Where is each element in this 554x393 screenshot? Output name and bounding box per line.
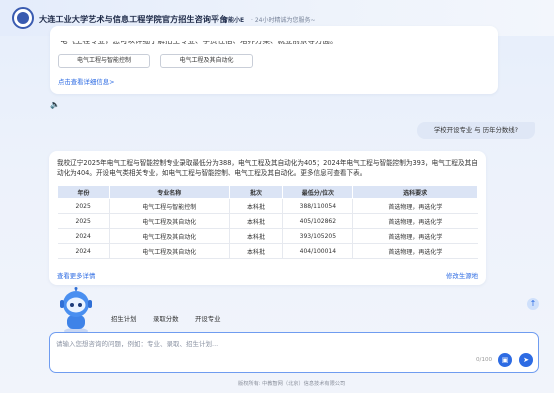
previous-answer-card: 电气工程专业，您可以详细了解招生专业、学费住宿、培养方案、就业前景等方面。 电气… <box>50 26 498 94</box>
table-cell: 首选物理，再选化学 <box>352 243 478 259</box>
user-question-bubble: 学校开设专业 与 历年分数线? <box>417 122 535 139</box>
column-header: 批次 <box>228 185 284 199</box>
robot-mascot-icon <box>60 287 92 334</box>
table-row: 2024 电气工程及其自动化 本科批 393/105205 首选物理，再选化学 <box>57 228 478 244</box>
university-logo <box>12 7 34 29</box>
header-tagline: · 24小时精诚为您服务~ <box>251 17 316 24</box>
char-counter: 0/100 <box>476 357 493 363</box>
view-details-link[interactable]: 点击查看详细信息> <box>58 77 114 86</box>
score-table: 年份 专业名称 批次 最低分/位次 选科要求 2025 电气工程与智能控制 本科… <box>57 185 478 259</box>
table-cell: 本科批 <box>228 243 283 259</box>
table-cell: 电气工程及其自动化 <box>108 228 230 244</box>
answer-text: 我校辽宁2025年电气工程与智能控制专业录取最低分为388，电气工程及其自动化为… <box>57 159 478 177</box>
copyright-footer: 版权所有: 中教智网（北京）信息技术有限公司 <box>238 381 346 387</box>
table-cell: 388/110054 <box>282 198 353 214</box>
column-header: 选科要求 <box>352 185 478 199</box>
table-cell: 393/105205 <box>282 228 353 244</box>
image-icon[interactable]: ▣ <box>498 353 512 367</box>
column-header: 最低分/位次 <box>282 185 354 199</box>
assistant-brand: 智能小E <box>222 17 245 24</box>
arrow-up-icon[interactable]: ↑ <box>527 298 539 310</box>
view-more-link[interactable]: 查看更多详情 <box>57 271 95 280</box>
table-header-row: 年份 专业名称 批次 最低分/位次 选科要求 <box>57 185 478 199</box>
quick-action-majors[interactable]: 开设专业 <box>191 313 225 326</box>
table-row: 2025 电气工程与智能控制 本科批 388/110054 首选物理，再选化学 <box>57 198 478 214</box>
table-cell: 2025 <box>57 198 110 214</box>
table-cell: 2025 <box>57 213 110 229</box>
table-cell: 2024 <box>57 228 110 244</box>
table-cell: 电气工程及其自动化 <box>108 243 230 259</box>
quick-action-enrollment-plan[interactable]: 招生计划 <box>107 313 141 326</box>
major-chip[interactable]: 电气工程及其自动化 <box>160 54 253 68</box>
question-input[interactable] <box>56 338 466 350</box>
table-row: 2025 电气工程及其自动化 本科批 405/102862 首选物理，再选化学 <box>57 213 478 229</box>
title-separator: | <box>216 13 219 22</box>
chat-input-box: 0/100 ▣ ➤ <box>49 332 539 373</box>
previous-answer-text: 电气工程专业，您可以详细了解招生专业、学费住宿、培养方案、就业前景等方面。 <box>60 36 338 45</box>
column-header: 专业名称 <box>108 185 230 199</box>
table-cell: 本科批 <box>228 213 283 229</box>
speaker-icon[interactable]: 🔈 <box>50 100 62 110</box>
site-title: 大连工业大学艺术与信息工程学院官方招生咨询平台 <box>39 14 228 24</box>
table-cell: 405/102862 <box>282 213 353 229</box>
table-cell: 2024 <box>57 243 110 259</box>
table-cell: 首选物理，再选化学 <box>352 228 478 244</box>
send-icon[interactable]: ➤ <box>519 353 533 367</box>
quick-action-admission-scores[interactable]: 录取分数 <box>149 313 183 326</box>
major-chip[interactable]: 电气工程与智能控制 <box>58 54 150 68</box>
table-cell: 首选物理，再选化学 <box>352 213 478 229</box>
column-header: 年份 <box>57 185 110 199</box>
change-origin-link[interactable]: 修改生源地 <box>446 271 478 280</box>
table-cell: 本科批 <box>228 228 283 244</box>
answer-card: 我校辽宁2025年电气工程与智能控制专业录取最低分为388，电气工程及其自动化为… <box>49 151 486 285</box>
table-cell: 首选物理，再选化学 <box>352 198 478 214</box>
table-cell: 本科批 <box>228 198 283 214</box>
table-cell: 电气工程及其自动化 <box>108 213 230 229</box>
table-row: 2024 电气工程及其自动化 本科批 404/100014 首选物理，再选化学 <box>57 243 478 259</box>
table-cell: 电气工程与智能控制 <box>108 198 230 214</box>
table-cell: 404/100014 <box>282 243 353 259</box>
